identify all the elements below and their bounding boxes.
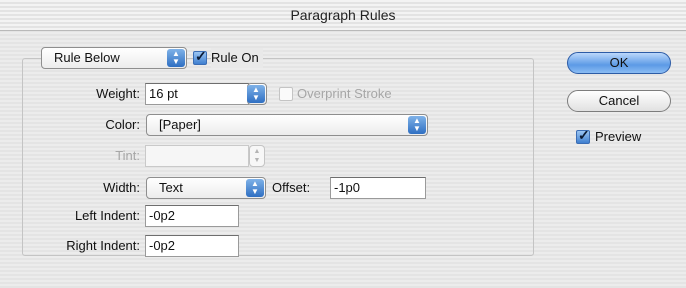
- width-label: Width:: [103, 180, 140, 195]
- overprint-stroke-checkbox[interactable]: [279, 87, 293, 101]
- preview-label: Preview: [595, 129, 642, 144]
- color-value: [Paper]: [159, 117, 201, 132]
- offset-field[interactable]: -1p0: [330, 177, 426, 199]
- width-value: Text: [159, 180, 183, 195]
- right-indent-label: Right Indent:: [66, 238, 140, 253]
- offset-label: Offset:: [272, 180, 311, 195]
- popup-arrows-icon: ▲ ▼: [167, 49, 185, 67]
- left-indent-field[interactable]: -0p2: [145, 205, 239, 227]
- cancel-button[interactable]: Cancel: [567, 90, 671, 112]
- weight-field[interactable]: 16 pt: [145, 83, 249, 105]
- preview-checkbox[interactable]: [576, 127, 590, 144]
- rule-type-popup[interactable]: Rule Below ▲ ▼: [41, 47, 187, 69]
- dialog-title: Paragraph Rules: [0, 0, 686, 31]
- weight-label: Weight:: [96, 86, 140, 101]
- tint-field[interactable]: [145, 145, 249, 167]
- weight-dropdown[interactable]: ▲ ▼: [247, 83, 267, 105]
- rule-on-label: Rule On: [211, 48, 263, 68]
- width-popup[interactable]: Text ▲ ▼: [146, 177, 266, 199]
- color-popup[interactable]: [Paper] ▲ ▼: [146, 114, 428, 136]
- tint-stepper[interactable]: ▲ ▼: [249, 145, 265, 167]
- right-indent-field[interactable]: -0p2: [145, 235, 239, 257]
- rule-on-checkbox[interactable]: [193, 48, 207, 65]
- ok-button[interactable]: OK: [567, 52, 671, 74]
- popup-arrows-icon: ▲ ▼: [247, 85, 265, 103]
- color-label: Color:: [105, 117, 140, 132]
- paragraph-rules-dialog: Paragraph Rules Rule Below ▲▼ Rule On We…: [0, 0, 686, 288]
- left-indent-label: Left Indent:: [74, 208, 140, 223]
- popup-arrows-icon: ▲ ▼: [408, 116, 426, 134]
- rule-type-value: Rule Below: [54, 50, 120, 65]
- popup-arrows-icon: ▲ ▼: [246, 179, 264, 197]
- overprint-stroke-label: Overprint Stroke: [297, 86, 392, 101]
- tint-label: Tint:: [115, 148, 140, 163]
